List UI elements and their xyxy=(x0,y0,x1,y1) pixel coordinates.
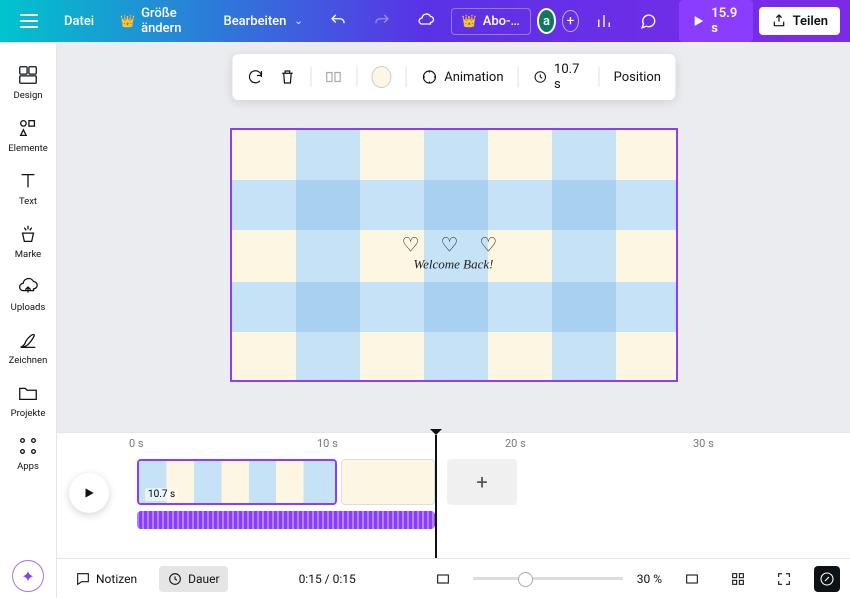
clip-duration-label: 10.7 s xyxy=(145,488,178,501)
sidebar-item-apps[interactable]: Apps xyxy=(0,427,56,480)
hearts-icon: ♡ ♡ ♡ xyxy=(232,232,676,256)
help-button[interactable] xyxy=(814,566,840,592)
delete-button[interactable] xyxy=(278,68,296,86)
hamburger-menu[interactable] xyxy=(10,8,48,34)
resize-button[interactable]: 👑Größe ändern xyxy=(110,0,201,42)
crown-icon: 👑 xyxy=(120,14,135,28)
audio-track[interactable] xyxy=(137,511,435,529)
fullscreen-button[interactable] xyxy=(768,566,800,592)
share-button[interactable]: Teilen xyxy=(759,7,840,35)
canvas[interactable]: ♡ ♡ ♡ Welcome Back! xyxy=(230,128,678,382)
duration-toggle[interactable]: Dauer xyxy=(159,566,227,592)
app-header: Datei 👑Größe ändern Bearbeiten⌄ 👑Abo-… a… xyxy=(0,0,850,42)
notes-button[interactable]: Notizen xyxy=(67,566,145,592)
position-button[interactable]: Position xyxy=(614,70,661,85)
track-area: 10.7 s + xyxy=(57,457,850,557)
sidebar: Design Elemente Text Marke Uploads Zeich… xyxy=(0,42,57,598)
add-member-button[interactable]: + xyxy=(562,10,578,32)
animation-button[interactable]: Animation xyxy=(420,68,503,86)
edit-menu[interactable]: Bearbeiten⌄ xyxy=(208,8,313,35)
zoom-slider[interactable] xyxy=(473,577,623,580)
chevron-down-icon: ⌄ xyxy=(294,16,302,27)
rotate-button[interactable] xyxy=(246,68,264,86)
pages-view-button[interactable] xyxy=(427,566,459,592)
playhead[interactable] xyxy=(435,435,437,567)
canvas-content: ♡ ♡ ♡ Welcome Back! xyxy=(232,232,676,272)
comment-button[interactable] xyxy=(629,6,667,36)
magic-button[interactable]: ✦ xyxy=(12,560,44,592)
grid-view-button[interactable] xyxy=(722,566,754,592)
page-timing-button[interactable]: 10.7 s xyxy=(532,62,584,92)
play-duration-button[interactable]: 15.9 s xyxy=(679,0,753,42)
fit-button[interactable] xyxy=(676,566,708,592)
play-button[interactable] xyxy=(69,473,109,513)
welcome-text: Welcome Back! xyxy=(232,256,676,272)
sidebar-item-draw[interactable]: Zeichnen xyxy=(0,321,56,374)
cloud-sync-icon[interactable] xyxy=(407,6,445,36)
zoom-label: 30 % xyxy=(637,572,662,586)
sidebar-item-uploads[interactable]: Uploads xyxy=(0,268,56,321)
canvas-area: ♡ ♡ ♡ Welcome Back! xyxy=(57,42,850,432)
timeline-ruler[interactable]: 0 s 10 s 20 s 30 s xyxy=(57,433,850,457)
sidebar-item-projects[interactable]: Projekte xyxy=(0,374,56,427)
analytics-button[interactable] xyxy=(585,6,623,36)
sidebar-item-text[interactable]: Text xyxy=(0,162,56,215)
bottom-bar: Notizen Dauer 0:15 / 0:15 30 % xyxy=(57,558,850,598)
sidebar-item-design[interactable]: Design xyxy=(0,56,56,109)
video-clip-1[interactable]: 10.7 s xyxy=(137,459,337,505)
background-color-chip[interactable] xyxy=(372,66,392,88)
playhead-time-label: 0:15 / 0:15 xyxy=(299,572,356,586)
split-button[interactable] xyxy=(325,68,343,86)
timeline: 0 s 10 s 20 s 30 s 10.7 s + Notizen Daue… xyxy=(57,432,850,598)
redo-button[interactable] xyxy=(363,6,401,36)
video-clip-2[interactable] xyxy=(341,459,435,505)
sidebar-item-elements[interactable]: Elemente xyxy=(0,109,56,162)
add-clip-button[interactable]: + xyxy=(447,459,517,505)
upgrade-button[interactable]: 👑Abo-… xyxy=(451,8,531,35)
file-menu[interactable]: Datei xyxy=(54,8,104,35)
avatar[interactable]: a xyxy=(537,8,557,34)
sidebar-item-brand[interactable]: Marke xyxy=(0,215,56,268)
undo-button[interactable] xyxy=(319,6,357,36)
main-area: Animation 10.7 s Position ♡ ♡ ♡ Welcome … xyxy=(57,42,850,598)
crown-icon: 👑 xyxy=(462,14,477,28)
context-toolbar: Animation 10.7 s Position xyxy=(232,54,675,100)
